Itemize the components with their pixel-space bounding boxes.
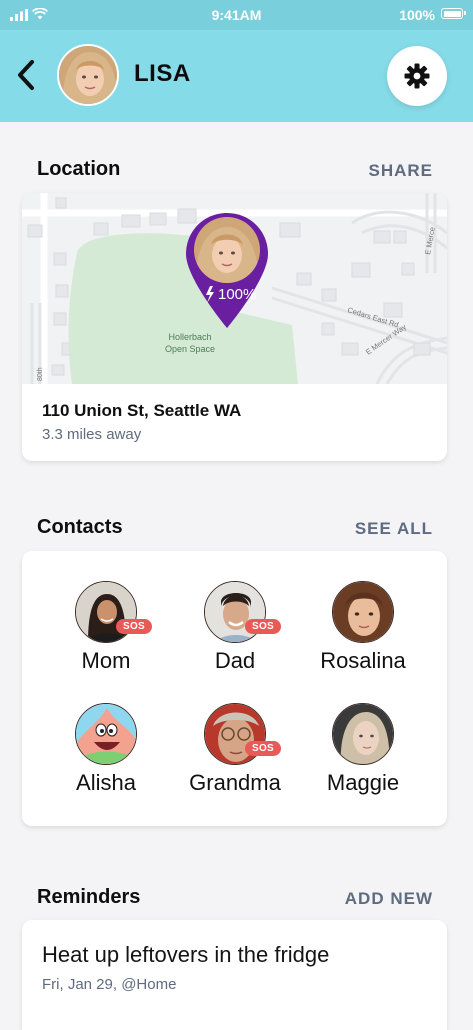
reminder-card[interactable]: Heat up leftovers in the fridge Fri, Jan… — [22, 920, 447, 1030]
location-card[interactable]: Hollerbach Open Space Cedars East Rd E M… — [22, 193, 447, 461]
share-location-button[interactable]: SHARE — [368, 161, 433, 181]
reminders-section-title: Reminders — [37, 886, 141, 908]
location-address: 110 Union St, Seattle WA — [42, 401, 242, 420]
contact-item[interactable]: SOS Mom — [41, 581, 171, 674]
contact-name: Alisha — [76, 770, 136, 795]
location-pin-icon[interactable]: 100% — [184, 213, 270, 328]
battery-percentage: 100% — [399, 7, 435, 23]
avatar: SOS — [204, 703, 282, 765]
contact-name: Rosalina — [320, 648, 406, 673]
sos-badge: SOS — [116, 619, 153, 634]
add-reminder-button[interactable]: ADD NEW — [345, 889, 433, 909]
battery-icon — [441, 8, 466, 19]
profile-avatar[interactable] — [57, 44, 119, 106]
avatar: SOS — [204, 581, 282, 643]
contact-item[interactable]: Rosalina — [298, 581, 428, 674]
gear-icon — [404, 63, 430, 89]
location-distance: 3.3 miles away — [42, 426, 142, 443]
location-map[interactable]: Hollerbach Open Space Cedars East Rd E M… — [22, 193, 447, 384]
avatar — [332, 703, 394, 765]
settings-button[interactable] — [387, 46, 447, 106]
sos-badge: SOS — [245, 619, 282, 634]
contacts-section-title: Contacts — [37, 516, 123, 538]
alisha-cartoon-image — [76, 704, 136, 764]
contact-item[interactable]: Maggie — [298, 703, 428, 796]
girl-portrait-image — [59, 46, 117, 104]
pin-battery-level: 100% — [218, 286, 256, 303]
park-label-line2: Open Space — [165, 344, 215, 354]
contact-name: Grandma — [189, 770, 281, 795]
reminder-text: Heat up leftovers in the fridge — [42, 942, 330, 967]
park-label-line1: Hollerbach — [168, 332, 211, 342]
street-label-80th: 80th — [37, 367, 44, 381]
avatar — [332, 581, 394, 643]
contact-name: Maggie — [326, 770, 400, 795]
back-button[interactable] — [12, 57, 42, 93]
app-header: 9:41AM 100% LISA — [0, 0, 473, 122]
chevron-left-icon — [18, 60, 34, 90]
reminder-meta: Fri, Jan 29, @Home — [42, 976, 177, 993]
contact-item[interactable]: Alisha — [41, 703, 171, 796]
rosalina-portrait-image — [333, 582, 393, 642]
contact-name: Mom — [81, 648, 131, 673]
contact-item[interactable]: SOS Grandma — [170, 703, 300, 796]
location-section-title: Location — [37, 158, 121, 180]
avatar: SOS — [75, 581, 153, 643]
see-all-contacts-button[interactable]: SEE ALL — [355, 519, 433, 539]
contacts-card: SOS Mom SOS Dad Rosalina Alisha SOS Gran… — [22, 551, 447, 826]
status-bar: 9:41AM 100% — [0, 0, 473, 30]
contact-name: Dad — [214, 648, 256, 673]
avatar — [75, 703, 137, 765]
profile-name: LISA — [134, 60, 191, 87]
contact-item[interactable]: SOS Dad — [170, 581, 300, 674]
sos-badge: SOS — [245, 741, 282, 756]
maggie-portrait-image — [333, 704, 393, 764]
